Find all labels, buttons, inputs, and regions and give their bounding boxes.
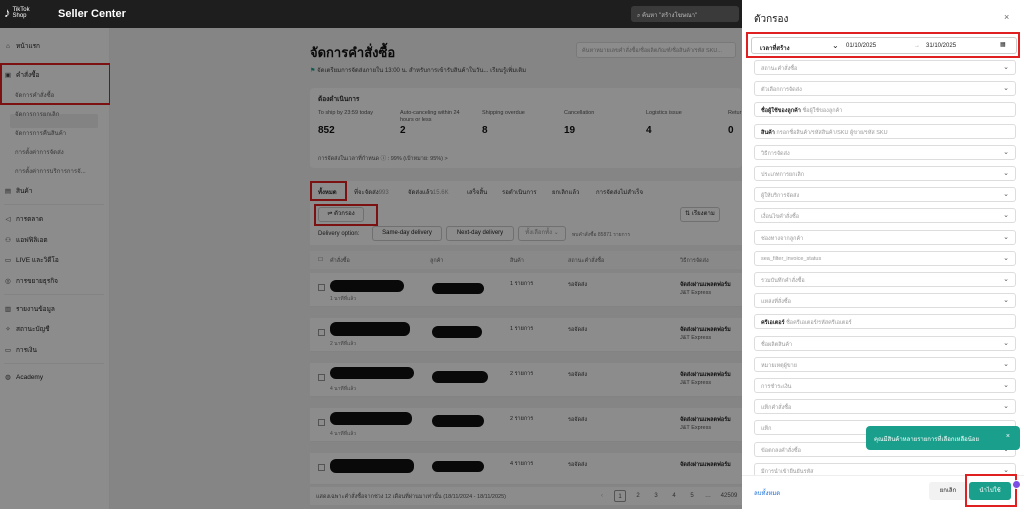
- chevron-down-icon: ⌄: [1003, 466, 1009, 474]
- filter-field-placeholder: ข้อตกลงคำสั่งซื้อ: [761, 447, 801, 454]
- filter-panel-title: ตัวกรอง: [754, 14, 789, 25]
- filter-field-placeholder: หมายเหตุผู้ขาย: [761, 362, 797, 369]
- filter-field-placeholder: ประเภทการยกเลิก: [761, 172, 805, 178]
- chevron-down-icon: ⌄: [1003, 170, 1009, 177]
- filter-field[interactable]: การชำระเงิน ⌄: [754, 378, 1016, 393]
- filter-field[interactable]: เงื่อนไขคำสั่งซื้อ ⌄: [754, 208, 1016, 224]
- app-title: Seller Center: [58, 8, 126, 20]
- close-icon[interactable]: ×: [1006, 433, 1010, 440]
- logo-line2: Shop: [12, 12, 27, 19]
- filter-field[interactable]: หมายเหตุผู้ขาย ⌄: [754, 356, 1016, 372]
- chevron-down-icon: ⌄: [1003, 360, 1009, 368]
- chevron-down-icon: ⌄: [1003, 254, 1009, 262]
- filter-field-placeholder: สถานะคำสั่งซื้อ: [761, 66, 798, 72]
- filter-field[interactable]: ชื่อผู้ใช้ของลูกค้า ชื่อผู้ใช้ของลูกค้า: [754, 102, 1016, 118]
- chevron-down-icon: ⌄: [1003, 403, 1009, 411]
- annotation-highlight-box: [746, 32, 1020, 58]
- filter-field[interactable]: สินค้า กรอกชื่อสินค้า/รหัสสินค้า/SKU ผู้…: [754, 123, 1016, 139]
- chevron-down-icon: ⌄: [1003, 85, 1009, 93]
- filter-field[interactable]: ผู้ให้บริการจัดส่ง ⌄: [754, 187, 1016, 203]
- modal-backdrop[interactable]: [0, 28, 742, 509]
- filter-field-label: สินค้า: [761, 129, 775, 136]
- filter-field-placeholder: มีการนำเข้ายืนยันรหัส: [761, 468, 814, 475]
- filter-field[interactable]: แหล่งที่สั่งซื้อ ⌄: [754, 293, 1016, 309]
- global-search-placeholder: ค้นหา "สร้างโฆษณา": [642, 13, 698, 19]
- filter-field-placeholder: ชื่อครีเอเตอร์/รหัสครีเอเตอร์: [786, 320, 852, 327]
- filter-field[interactable]: ครีเอเตอร์ ชื่อครีเอเตอร์/รหัสครีเอเตอร์: [754, 314, 1016, 330]
- chevron-down-icon: ⌄: [1003, 64, 1009, 71]
- filter-field[interactable]: สถานะคำสั่งซื้อ ⌄: [754, 60, 1016, 75]
- filter-field[interactable]: แท็กคำสั่งซื้อ ⌄: [754, 399, 1016, 415]
- filter-field-placeholder: แท็ก: [761, 426, 772, 433]
- filter-field-placeholder: ชื่อผลิตสินค้า: [761, 341, 793, 348]
- filter-field[interactable]: วิธีการจัดส่ง ⌄: [754, 144, 1016, 160]
- filter-field[interactable]: ตัวเลือกการจัดส่ง ⌄: [754, 81, 1016, 97]
- tiktok-shop-logo[interactable]: ♪ TikTok Shop: [4, 6, 30, 19]
- chevron-down-icon: ⌄: [1003, 148, 1009, 156]
- filter-field-placeholder: การชำระเงิน: [761, 384, 792, 390]
- filter-field-placeholder: ตัวเลือกการจัดส่ง: [761, 87, 802, 94]
- filter-field[interactable]: ชื่อผลิตสินค้า ⌄: [754, 335, 1016, 351]
- filter-field-placeholder: sea_filter_invoice_status: [761, 255, 822, 262]
- filter-field-placeholder: รวมบันทึกคำสั่งซื้อ: [761, 278, 805, 284]
- filter-field-label: ครีเอเตอร์: [761, 320, 785, 327]
- low-stock-toast: คุณมีสินค้าหลายรายการที่เลือกเหลือน้อย ×: [866, 426, 1020, 450]
- filter-field-placeholder: แหล่งที่สั่งซื้อ: [761, 299, 791, 306]
- clear-all-link[interactable]: ลบทั้งหมด: [754, 488, 780, 498]
- filter-field-placeholder: ช่องทางจากลูกค้า: [761, 235, 804, 242]
- filter-field[interactable]: รวมบันทึกคำสั่งซื้อ ⌄: [754, 272, 1016, 287]
- filter-field-placeholder: แท็กคำสั่งซื้อ: [761, 405, 792, 412]
- filter-field-placeholder: ผู้ให้บริการจัดส่ง: [761, 193, 800, 200]
- tiktok-logo-icon: ♪: [4, 5, 11, 20]
- chevron-down-icon: ⌄: [1003, 339, 1009, 347]
- search-icon: ⌕: [637, 13, 641, 19]
- filter-field[interactable]: sea_filter_invoice_status ⌄: [754, 250, 1016, 266]
- filter-field[interactable]: ประเภทการยกเลิก ⌄: [754, 166, 1016, 181]
- filter-field-placeholder: กรอกชื่อสินค้า/รหัสสินค้า/SKU ผู้ขาย/รหั…: [776, 129, 888, 136]
- chevron-down-icon: ⌄: [1003, 382, 1009, 389]
- chevron-down-icon: ⌄: [1003, 297, 1009, 305]
- global-search-input[interactable]: ⌕ ค้นหา "สร้างโฆษณา": [631, 6, 739, 22]
- annotation-highlight-box: [965, 474, 1017, 507]
- filter-field[interactable]: ช่องทางจากลูกค้า ⌄: [754, 229, 1016, 245]
- filter-field-placeholder: ชื่อผู้ใช้ของลูกค้า: [802, 108, 843, 115]
- chevron-down-icon: ⌄: [1003, 212, 1009, 220]
- filter-field-placeholder: วิธีการจัดส่ง: [761, 150, 790, 157]
- cancel-button[interactable]: ยกเลิก: [929, 482, 967, 500]
- chevron-down-icon: ⌄: [1003, 233, 1009, 241]
- chevron-down-icon: ⌄: [1003, 191, 1009, 199]
- chevron-down-icon: ⌄: [1003, 276, 1009, 283]
- filter-field-placeholder: เงื่อนไขคำสั่งซื้อ: [761, 214, 800, 221]
- close-icon[interactable]: ×: [1004, 12, 1009, 22]
- filter-field-label: ชื่อผู้ใช้ของลูกค้า: [761, 108, 801, 115]
- toast-message: คุณมีสินค้าหลายรายการที่เลือกเหลือน้อย: [874, 437, 979, 443]
- notification-dot[interactable]: [1012, 480, 1021, 489]
